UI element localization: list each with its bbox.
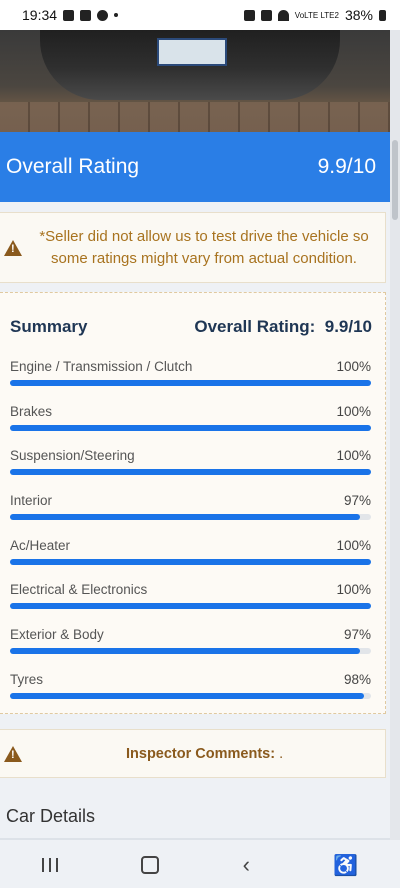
rating-label: Exterior & Body (10, 627, 104, 642)
page-scrollbar[interactable] (390, 30, 400, 840)
rating-percent: 100% (336, 359, 371, 374)
rating-track (10, 648, 371, 654)
car-photo[interactable] (0, 30, 390, 132)
warning-icon (4, 745, 22, 762)
rating-track (10, 514, 371, 520)
rating-track (10, 469, 371, 475)
rating-fill (10, 603, 371, 609)
facebook-icon (97, 9, 109, 21)
rating-fill (10, 380, 371, 386)
rating-label: Tyres (10, 672, 44, 687)
rating-label: Suspension/Steering (10, 448, 135, 463)
rating-percent: 97% (343, 493, 371, 508)
back-icon[interactable]: ‹ (243, 852, 250, 878)
rating-row: Exterior & Body 97% (10, 627, 371, 671)
rating-label: Brakes (10, 404, 53, 419)
license-plate (157, 38, 227, 66)
rating-label: Interior (10, 493, 53, 508)
rating-fill (10, 693, 364, 699)
rating-track (10, 559, 371, 565)
gallery-icon (63, 9, 75, 21)
overall-rating-header: Overall Rating 9.9/10 (0, 132, 390, 202)
inspector-comments-value: . (279, 745, 284, 762)
home-icon[interactable] (141, 856, 160, 874)
rating-row: Brakes 100% (10, 404, 371, 448)
recents-icon[interactable] (41, 858, 58, 872)
summary-header: Summary Overall Rating: 9.9/10 (10, 317, 372, 337)
inspector-comments-label: Inspector Comments: (126, 745, 276, 762)
warning-text: *Seller did not allow us to test drive t… (39, 227, 369, 267)
rating-row: Engine / Transmission / Clutch 100% (10, 359, 371, 403)
overall-rating-score: 9.9/10 (317, 155, 376, 178)
rating-percent: 100% (336, 582, 371, 597)
battery-percent: 38% (344, 7, 373, 23)
rating-track (10, 693, 371, 699)
signal-label: VoLTE LTE2 (294, 10, 339, 20)
rating-label: Engine / Transmission / Clutch (10, 359, 193, 374)
wifi-icon (277, 9, 289, 21)
rating-percent: 97% (343, 627, 371, 642)
scrollbar-thumb[interactable] (392, 140, 398, 220)
clock: 19:34 (22, 7, 58, 23)
rating-row: Ac/Heater 100% (10, 538, 371, 582)
status-bar: 19:34 VoLTE LTE2 38% (0, 0, 400, 30)
lock-icon (243, 9, 255, 21)
rating-label: Ac/Heater (10, 538, 71, 553)
rating-fill (10, 648, 361, 654)
inspector-comments-text: Inspector Comments: . (126, 746, 283, 762)
rating-fill (10, 425, 371, 431)
rating-fill (10, 514, 361, 520)
inspector-comments: Inspector Comments: . (0, 729, 386, 778)
section-divider (0, 838, 390, 840)
summary-overall: Overall Rating: 9.9/10 (194, 317, 372, 337)
stop-icon (80, 9, 92, 21)
rating-row: Interior 97% (10, 493, 371, 537)
summary-overall-label: Overall Rating: (194, 317, 316, 336)
rating-percent: 100% (336, 404, 371, 419)
battery-icon (379, 9, 386, 21)
test-drive-warning: *Seller did not allow us to test drive t… (0, 212, 386, 283)
mute-icon (260, 9, 272, 21)
rating-row: Suspension/Steering 100% (10, 448, 371, 492)
rating-percent: 100% (336, 538, 371, 553)
rating-fill (10, 559, 371, 565)
accessibility-icon[interactable]: ♿ (333, 853, 358, 878)
brick-ground (0, 102, 390, 132)
summary-overall-value: 9.9/10 (324, 317, 372, 336)
rating-percent: 98% (343, 672, 371, 687)
dot-icon (114, 13, 119, 17)
rating-track (10, 425, 371, 431)
rating-row: Electrical & Electronics 100% (10, 582, 371, 626)
rating-percent: 100% (336, 448, 371, 463)
rating-fill (10, 469, 371, 475)
rating-label: Electrical & Electronics (10, 582, 148, 597)
summary-card: Summary Overall Rating: 9.9/10 Engine / … (0, 292, 386, 714)
rating-track (10, 380, 371, 386)
rating-track (10, 603, 371, 609)
summary-title: Summary (10, 317, 88, 336)
rating-row: Tyres 98% (10, 672, 371, 716)
warning-icon (4, 239, 22, 256)
system-nav-bar: ‹ ♿ (0, 842, 400, 888)
car-details-heading: Car Details (6, 806, 96, 826)
overall-rating-title: Overall Rating (6, 155, 140, 178)
